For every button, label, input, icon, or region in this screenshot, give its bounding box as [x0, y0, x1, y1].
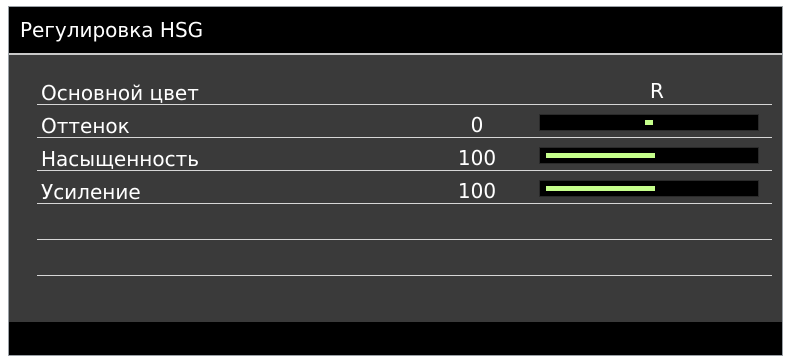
gain-value: 100: [457, 179, 497, 203]
saturation-value: 100: [457, 146, 497, 170]
menu-row-primary-color[interactable]: Основной цвет R: [37, 79, 772, 105]
menu-row-gain[interactable]: Усиление 100: [37, 171, 772, 204]
gain-slider[interactable]: [539, 180, 759, 197]
menu-rows: Основной цвет R Оттенок 0 Насыщенность 1…: [37, 79, 772, 276]
primary-color-value[interactable]: R: [637, 80, 677, 102]
hue-label: Оттенок: [41, 114, 130, 138]
hsg-adjust-menu: Регулировка HSG Основной цвет R Оттенок …: [8, 6, 783, 356]
hue-slider-fill: [645, 120, 653, 125]
saturation-slider-fill: [546, 153, 655, 158]
hue-slider[interactable]: [539, 114, 759, 131]
gain-slider-fill: [546, 186, 655, 191]
menu-row-empty: [37, 204, 772, 240]
saturation-label: Насыщенность: [41, 147, 200, 171]
menu-footer: [9, 322, 782, 355]
saturation-slider[interactable]: [539, 147, 759, 164]
menu-title: Регулировка HSG: [20, 18, 204, 42]
hue-value: 0: [470, 113, 484, 137]
menu-row-empty: [37, 240, 772, 276]
primary-color-label: Основной цвет: [41, 81, 199, 105]
gain-label: Усиление: [41, 180, 141, 204]
menu-row-hue[interactable]: Оттенок 0: [37, 105, 772, 138]
menu-row-saturation[interactable]: Насыщенность 100: [37, 138, 772, 171]
menu-header: Регулировка HSG: [9, 7, 782, 55]
